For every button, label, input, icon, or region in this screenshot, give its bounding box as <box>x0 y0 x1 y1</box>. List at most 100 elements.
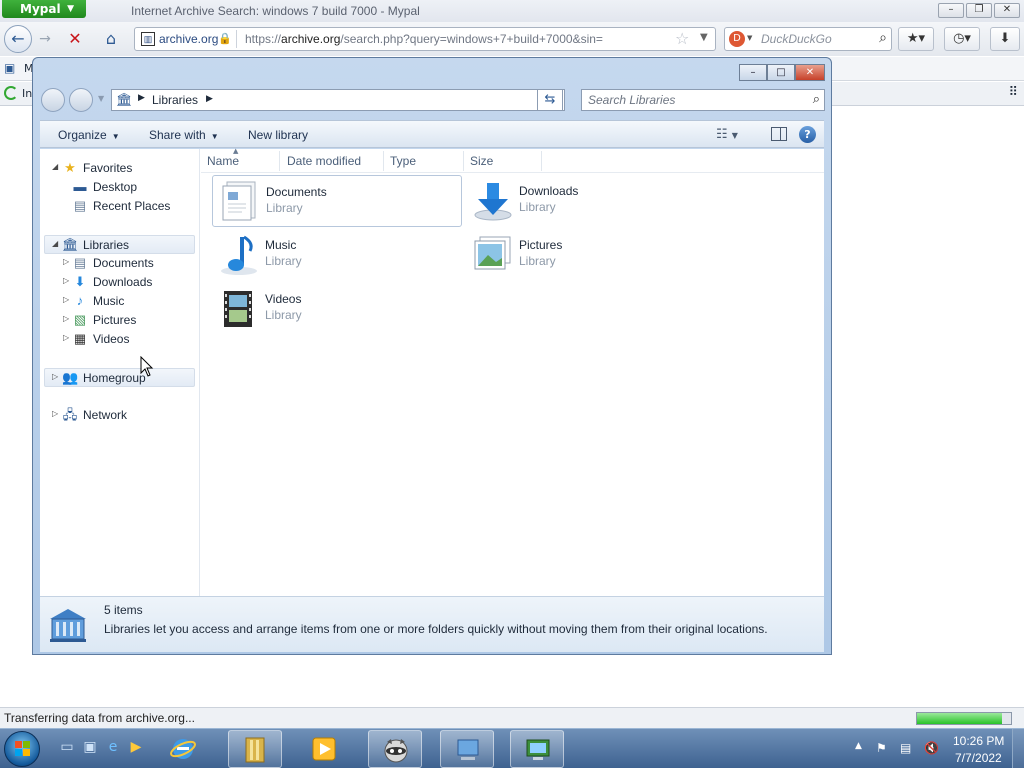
new-library-button[interactable]: New library <box>248 128 308 142</box>
explorer-forward-button[interactable] <box>69 88 93 112</box>
show-desktop-button[interactable] <box>1012 729 1024 768</box>
explorer-back-button[interactable] <box>41 88 65 112</box>
duckduckgo-icon[interactable]: D <box>729 31 745 47</box>
column-divider[interactable] <box>463 151 464 171</box>
expand-icon[interactable]: ▷ <box>52 409 58 418</box>
nav-item-favorites[interactable]: ◢ ★ Favorites <box>40 159 200 178</box>
home-button[interactable]: ⌂ <box>98 26 124 52</box>
site-identity-badge[interactable]: ▥ archive.org 🔒 <box>137 30 237 48</box>
chevron-down-icon: ▼ <box>210 132 219 141</box>
search-icon[interactable]: ⌕ <box>813 92 820 107</box>
explorer-search-input[interactable]: Search Libraries ⌕ <box>581 89 825 111</box>
help-button[interactable]: ? <box>799 126 816 143</box>
clock-date[interactable]: 7/7/2022 <box>955 751 1002 765</box>
expand-icon[interactable]: ▷ <box>52 372 58 381</box>
column-header-size[interactable]: Size <box>470 154 493 168</box>
taskbar-remote-desktop[interactable] <box>510 730 564 768</box>
nav-item-recent-places[interactable]: ▤ Recent Places <box>40 197 200 216</box>
column-divider[interactable] <box>383 151 384 171</box>
column-divider[interactable] <box>541 151 542 171</box>
back-button[interactable]: ← <box>4 25 32 53</box>
column-header-type[interactable]: Type <box>390 154 416 168</box>
internet-explorer-icon <box>170 739 196 759</box>
stop-button[interactable]: ✕ <box>62 26 88 52</box>
taskbar-media-player[interactable] <box>297 730 351 768</box>
library-item-downloads[interactable]: Downloads Library <box>466 175 716 227</box>
expand-icon[interactable]: ▷ <box>63 295 69 304</box>
collapse-icon[interactable]: ◢ <box>52 239 58 248</box>
chevron-right-icon[interactable]: ▶ <box>206 94 213 104</box>
library-item-pictures[interactable]: Pictures Library <box>466 229 716 281</box>
close-button[interactable]: ✕ <box>994 3 1020 18</box>
nav-item-downloads[interactable]: ▷ ⬇ Downloads <box>40 273 200 292</box>
nav-label: Music <box>93 294 125 308</box>
url-text[interactable]: https://archive.org/search.php?query=win… <box>245 32 603 46</box>
nav-item-libraries[interactable]: ◢ 🏛 Libraries <box>44 235 195 254</box>
internet-explorer-quicklaunch-icon[interactable]: e <box>104 738 122 756</box>
nav-item-network[interactable]: ▷ 🖧 Network <box>40 406 200 425</box>
taskbar-internet-explorer[interactable] <box>156 730 210 768</box>
network-tray-icon[interactable]: ▤ <box>900 741 911 755</box>
switch-windows-icon[interactable]: ▣ <box>81 738 99 756</box>
history-button[interactable]: ◷▾ <box>944 27 980 51</box>
organize-button[interactable]: Organize ▼ <box>58 128 120 142</box>
library-item-music[interactable]: Music Library <box>212 229 462 281</box>
engine-dropdown-icon[interactable]: ▼ <box>747 34 752 42</box>
tab-title[interactable]: In <box>22 87 32 100</box>
expand-icon[interactable]: ▷ <box>63 333 69 342</box>
downloads-button[interactable]: ⬇ <box>990 27 1020 51</box>
forward-button[interactable]: → <box>32 26 58 52</box>
refresh-button[interactable]: ⇆ <box>537 89 563 111</box>
search-bar[interactable]: D ▼ DuckDuckGo ⌕ <box>724 27 892 51</box>
taskbar-system-app[interactable] <box>440 730 494 768</box>
search-icon[interactable]: ⌕ <box>879 30 887 46</box>
media-player-quicklaunch-icon[interactable]: ▶ <box>127 738 145 756</box>
share-with-button[interactable]: Share with ▼ <box>149 128 219 142</box>
url-history-dropdown-icon[interactable]: ▼ <box>700 32 708 43</box>
preview-pane-button[interactable] <box>771 127 787 141</box>
app-menu-button[interactable]: Mypal ▼ <box>2 0 86 18</box>
show-hidden-icons-chevron[interactable]: ▲ <box>855 741 862 751</box>
navigation-toolbar: ← → ✕ ⌂ ▥ archive.org 🔒 https://archive.… <box>0 22 1024 56</box>
nav-item-music[interactable]: ▷ ♪ Music <box>40 292 200 311</box>
volume-muted-icon[interactable]: 🔇 <box>924 741 939 755</box>
restore-button[interactable]: ❐ <box>966 3 992 18</box>
start-button[interactable] <box>4 731 40 767</box>
nav-item-homegroup[interactable]: ▷ 👥 Homegroup <box>44 368 195 387</box>
bookmark-star-icon[interactable]: ☆ <box>675 29 689 48</box>
address-bar[interactable]: 🏛 ▶ Libraries ▶ ▼ <box>111 89 565 111</box>
chevron-right-icon[interactable]: ▶ <box>138 93 145 103</box>
taskbar-windows-explorer[interactable] <box>228 730 282 768</box>
taskbar-mypal-browser[interactable] <box>368 730 422 768</box>
collapse-icon[interactable]: ◢ <box>52 162 58 171</box>
change-view-button[interactable]: ☷ ▼ <box>716 127 738 142</box>
bookmark-icon[interactable]: ▣ <box>4 61 15 75</box>
action-center-icon[interactable]: ⚑ <box>876 741 887 755</box>
nav-label: Downloads <box>93 275 153 289</box>
explorer-maximize-button[interactable]: □ <box>767 64 795 81</box>
nav-item-videos[interactable]: ▷ ▦ Videos <box>40 330 200 349</box>
minimize-button[interactable]: – <box>938 3 964 18</box>
column-divider[interactable] <box>279 151 280 171</box>
nav-item-pictures[interactable]: ▷ ▧ Pictures <box>40 311 200 330</box>
library-item-documents[interactable]: Documents Library <box>212 175 462 227</box>
url-bar[interactable]: ▥ archive.org 🔒 https://archive.org/sear… <box>134 27 716 51</box>
breadcrumb[interactable]: Libraries <box>152 93 198 107</box>
explorer-close-button[interactable]: ✕ <box>795 64 825 81</box>
column-header-date-modified[interactable]: Date modified <box>287 154 361 168</box>
expand-icon[interactable]: ▷ <box>63 314 69 323</box>
nav-item-desktop[interactable]: ▬ Desktop <box>40 178 200 197</box>
explorer-minimize-button[interactable]: – <box>739 64 767 81</box>
expand-icon[interactable]: ▷ <box>63 257 69 266</box>
nav-item-documents[interactable]: ▷ ▤ Documents <box>40 254 200 273</box>
show-desktop-quicklaunch-icon[interactable]: ▭ <box>58 738 76 756</box>
bookmarks-menu-button[interactable]: ★▾ <box>898 27 934 51</box>
column-header-name[interactable]: Name <box>207 154 239 168</box>
libraries-folder-icon <box>245 737 265 763</box>
nav-label: Libraries <box>83 238 130 252</box>
tab-grid-icon[interactable]: ⠿ <box>1008 85 1018 100</box>
clock-time[interactable]: 10:26 PM <box>953 734 1004 748</box>
expand-icon[interactable]: ▷ <box>63 276 69 285</box>
library-item-videos[interactable]: Videos Library <box>212 283 462 335</box>
recent-pages-dropdown-icon[interactable]: ▼ <box>98 94 104 103</box>
